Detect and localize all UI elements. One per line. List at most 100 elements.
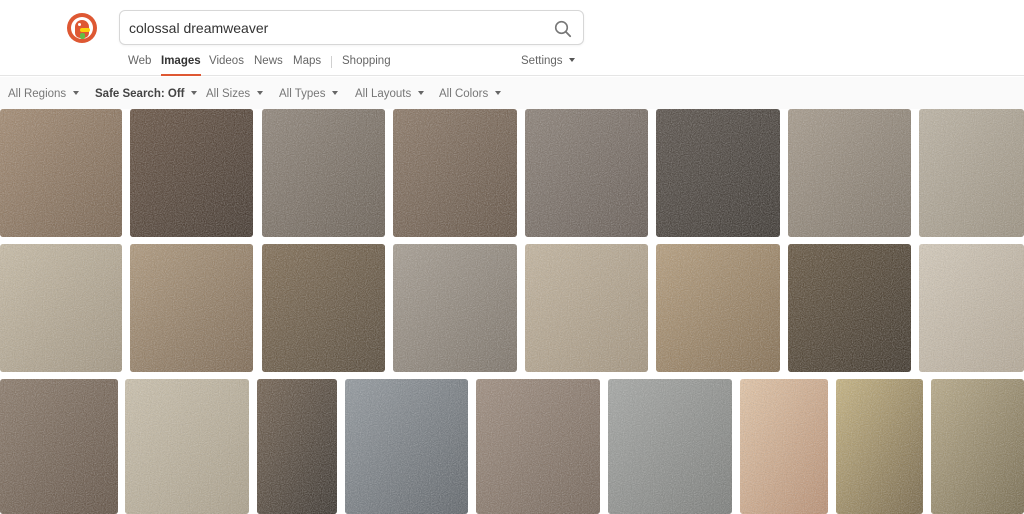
filter-types[interactable]: All Types — [279, 88, 339, 100]
image-thumbnail — [0, 379, 118, 514]
image-thumbnail — [656, 244, 780, 372]
thumbnail-texture — [931, 379, 1024, 514]
tab-web[interactable]: Web — [128, 55, 151, 67]
chevron-down-icon — [257, 90, 264, 95]
thumbnail-texture — [0, 109, 122, 237]
image-result[interactable] — [836, 379, 923, 514]
tab-news[interactable]: News — [254, 55, 283, 67]
image-thumbnail — [345, 379, 468, 514]
thumbnail-texture — [788, 244, 911, 372]
image-thumbnail — [257, 379, 337, 514]
tab-videos[interactable]: Videos — [209, 55, 244, 67]
image-result[interactable] — [0, 109, 122, 237]
filter-regions[interactable]: All Regions — [8, 88, 80, 100]
thumbnail-texture — [130, 109, 253, 237]
search-input[interactable] — [129, 17, 539, 39]
image-thumbnail — [608, 379, 732, 514]
filter-types-label: All Types — [279, 88, 326, 100]
image-thumbnail — [130, 244, 253, 372]
search-icon[interactable] — [553, 19, 573, 39]
image-result[interactable] — [257, 379, 337, 514]
image-result[interactable] — [130, 244, 253, 372]
image-result[interactable] — [262, 109, 385, 237]
image-result[interactable] — [740, 379, 828, 514]
image-result[interactable] — [0, 244, 122, 372]
image-result[interactable] — [525, 244, 648, 372]
thumbnail-texture — [257, 379, 337, 514]
image-thumbnail — [788, 244, 911, 372]
tab-maps[interactable]: Maps — [293, 55, 321, 67]
image-thumbnail — [262, 109, 385, 237]
thumbnail-texture — [919, 244, 1024, 372]
settings-label: Settings — [521, 55, 563, 67]
image-thumbnail — [476, 379, 600, 514]
thumbnail-texture — [656, 109, 780, 237]
thumbnail-texture — [919, 109, 1024, 237]
image-result[interactable] — [476, 379, 600, 514]
thumbnail-texture — [130, 244, 253, 372]
tab-shopping[interactable]: Shopping — [342, 55, 391, 67]
thumbnail-texture — [740, 379, 828, 514]
thumbnail-texture — [345, 379, 468, 514]
image-thumbnail — [525, 109, 648, 237]
image-thumbnail — [788, 109, 911, 237]
image-result[interactable] — [0, 379, 118, 514]
header-bar: Web Images Videos News Maps Shopping Set… — [0, 0, 1024, 76]
filter-layouts[interactable]: All Layouts — [355, 88, 425, 100]
image-thumbnail — [525, 244, 648, 372]
image-result[interactable] — [345, 379, 468, 514]
image-thumbnail — [919, 244, 1024, 372]
image-thumbnail — [130, 109, 253, 237]
chevron-down-icon — [191, 90, 198, 95]
filter-sizes[interactable]: All Sizes — [206, 88, 264, 100]
thumbnail-texture — [525, 109, 648, 237]
image-result[interactable] — [788, 109, 911, 237]
chevron-down-icon — [418, 90, 425, 95]
duck-beak-icon — [80, 28, 90, 32]
chevron-down-icon — [495, 90, 502, 95]
thumbnail-texture — [0, 379, 118, 514]
chevron-down-icon — [73, 90, 80, 95]
thumbnail-texture — [656, 244, 780, 372]
image-thumbnail — [656, 109, 780, 237]
image-result[interactable] — [130, 109, 253, 237]
thumbnail-texture — [788, 109, 911, 237]
image-result[interactable] — [608, 379, 732, 514]
image-result[interactable] — [788, 244, 911, 372]
filter-colors[interactable]: All Colors — [439, 88, 502, 100]
filter-bar: All Regions Safe Search: Off All Sizes A… — [0, 77, 1024, 109]
image-result[interactable] — [656, 244, 780, 372]
image-result[interactable] — [919, 244, 1024, 372]
thumbnail-texture — [262, 109, 385, 237]
chevron-down-icon — [332, 90, 339, 95]
filter-safe-search-label: Safe Search: Off — [95, 88, 185, 100]
image-result[interactable] — [262, 244, 385, 372]
image-result[interactable] — [919, 109, 1024, 237]
image-result[interactable] — [125, 379, 249, 514]
image-result[interactable] — [393, 109, 517, 237]
image-result[interactable] — [525, 109, 648, 237]
image-thumbnail — [740, 379, 828, 514]
filter-safe-search[interactable]: Safe Search: Off — [95, 88, 198, 100]
tab-images[interactable]: Images — [161, 55, 201, 76]
thumbnail-texture — [262, 244, 385, 372]
image-thumbnail — [262, 244, 385, 372]
duckduckgo-logo[interactable] — [67, 13, 97, 43]
filter-regions-label: All Regions — [8, 88, 67, 100]
thumbnail-texture — [0, 244, 122, 372]
image-thumbnail — [393, 244, 517, 372]
image-result[interactable] — [656, 109, 780, 237]
image-thumbnail — [393, 109, 517, 237]
settings-dropdown[interactable]: Settings — [521, 55, 575, 67]
thumbnail-texture — [525, 244, 648, 372]
duck-tie-icon — [80, 33, 85, 39]
image-results-grid — [0, 109, 1024, 514]
duck-eye-icon — [78, 23, 81, 26]
thumbnail-texture — [393, 244, 517, 372]
image-result[interactable] — [393, 244, 517, 372]
thumbnail-texture — [393, 109, 517, 237]
image-result[interactable] — [931, 379, 1024, 514]
search-box — [119, 10, 584, 45]
tab-divider — [331, 56, 332, 68]
thumbnail-texture — [125, 379, 249, 514]
